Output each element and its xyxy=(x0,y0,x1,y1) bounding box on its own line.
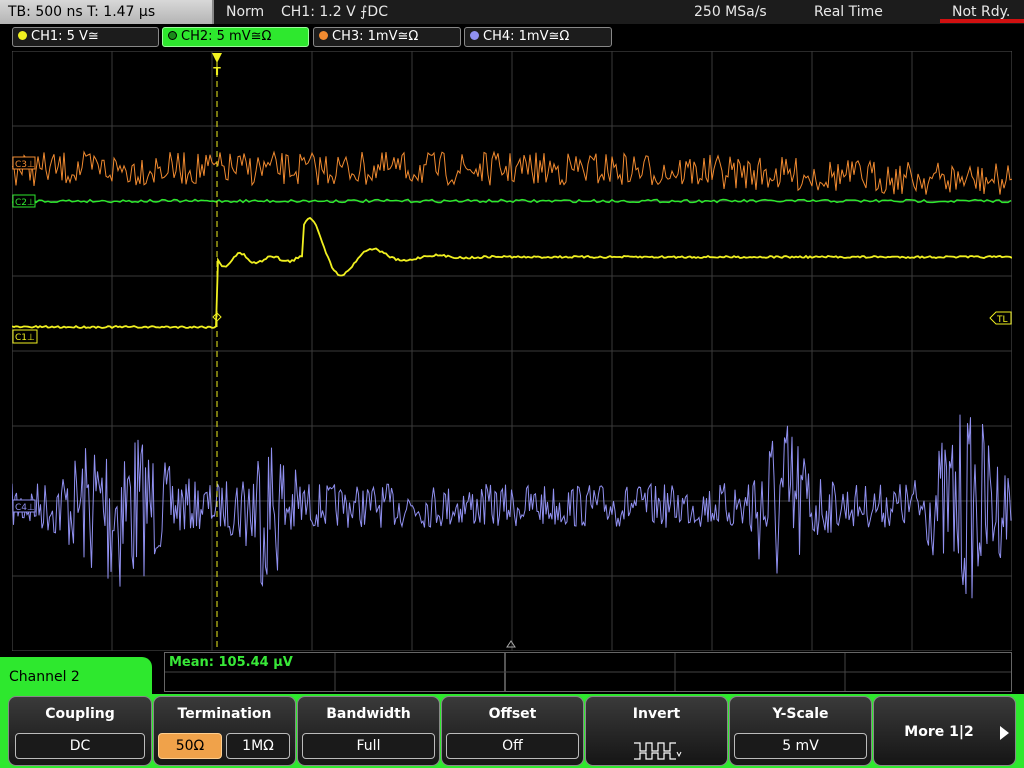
coupling-value[interactable]: DC xyxy=(15,733,145,759)
y-scale-title: Y-Scale xyxy=(772,706,829,722)
offset-softkey[interactable]: Offset Off xyxy=(441,696,584,766)
bandwidth-softkey[interactable]: Bandwidth Full xyxy=(297,696,440,766)
channel-tabs: CH1: 5 V≅ CH2: 5 mV≅Ω CH3: 1mV≅Ω CH4: 1m… xyxy=(0,26,1024,48)
softkey-panel: Coupling DC Termination 50Ω 1MΩ Bandwidt… xyxy=(0,694,1024,768)
coupling-softkey[interactable]: Coupling DC xyxy=(8,696,152,766)
tab-ch1-label: CH1: 5 V≅ xyxy=(31,29,99,44)
termination-softkey[interactable]: Termination 50Ω 1MΩ xyxy=(153,696,296,766)
termination-title: Termination xyxy=(177,706,272,722)
waveform-display[interactable]: T C3⊥ C2⊥ C1⊥ C4⊥ TL xyxy=(12,51,1012,651)
bandwidth-value[interactable]: Full xyxy=(302,733,435,759)
tab-ch2[interactable]: CH2: 5 mV≅Ω xyxy=(162,27,309,47)
termination-50-ohm-option[interactable]: 50Ω xyxy=(158,733,222,759)
measurement-strip: Mean: 105.44 µV xyxy=(164,652,1012,692)
ch1-dot-icon xyxy=(18,31,27,40)
ch3-offset-marker[interactable]: C3⊥ xyxy=(12,156,36,170)
square-wave-icon xyxy=(634,742,682,760)
sample-rate: 250 MSa/s xyxy=(694,4,767,20)
ch1-offset-marker[interactable]: C1⊥ xyxy=(12,329,38,344)
termination-1m-ohm-option[interactable]: 1MΩ xyxy=(226,733,290,759)
trigger-mode[interactable]: Norm xyxy=(226,0,264,24)
trigger-status-indicator xyxy=(940,19,1024,23)
tab-ch3-label: CH3: 1mV≅Ω xyxy=(332,29,419,44)
invert-softkey[interactable]: Invert xyxy=(585,696,728,766)
tab-ch2-label: CH2: 5 mV≅Ω xyxy=(181,29,272,44)
y-scale-value[interactable]: 5 mV xyxy=(734,733,867,759)
tab-ch4-label: CH4: 1mV≅Ω xyxy=(483,29,570,44)
ch4-offset-marker[interactable]: C4⊥ xyxy=(12,499,36,513)
y-scale-softkey[interactable]: Y-Scale 5 mV xyxy=(729,696,872,766)
tab-ch1[interactable]: CH1: 5 V≅ xyxy=(12,27,159,47)
ch2-dot-icon xyxy=(168,31,177,40)
ch3-dot-icon xyxy=(319,31,328,40)
ch4-dot-icon xyxy=(470,31,479,40)
arrow-right-icon xyxy=(1000,726,1009,740)
ch3-marker-label: C3⊥ xyxy=(15,160,35,170)
trigger-info[interactable]: CH1: 1.2 V ⨍DC xyxy=(281,0,388,24)
status-bar: TB: 500 ns T: 1.47 µs Norm CH1: 1.2 V ⨍D… xyxy=(0,0,1024,24)
mean-measurement[interactable]: Mean: 105.44 µV xyxy=(169,655,293,670)
trigger-position-marker: T xyxy=(213,65,221,78)
more-softkey[interactable]: More 1|2 xyxy=(873,696,1016,766)
ch2-marker-label: C2⊥ xyxy=(15,198,35,208)
ch2-offset-marker[interactable]: C2⊥ xyxy=(12,194,36,208)
ch1-marker-label: C1⊥ xyxy=(15,333,35,343)
tab-ch4[interactable]: CH4: 1mV≅Ω xyxy=(464,27,612,47)
coupling-title: Coupling xyxy=(45,706,115,722)
acquisition-mode[interactable]: Real Time xyxy=(814,0,883,24)
timebase-readout[interactable]: TB: 500 ns T: 1.47 µs xyxy=(0,0,214,24)
invert-title: Invert xyxy=(632,706,681,722)
ch4-marker-label: C4⊥ xyxy=(15,503,35,513)
trigger-level-label: TL xyxy=(996,315,1008,325)
offset-title: Offset xyxy=(488,706,537,722)
more-label: More 1|2 xyxy=(904,724,974,740)
tab-ch3[interactable]: CH3: 1mV≅Ω xyxy=(313,27,461,47)
offset-value[interactable]: Off xyxy=(446,733,579,759)
bandwidth-title: Bandwidth xyxy=(326,706,411,722)
